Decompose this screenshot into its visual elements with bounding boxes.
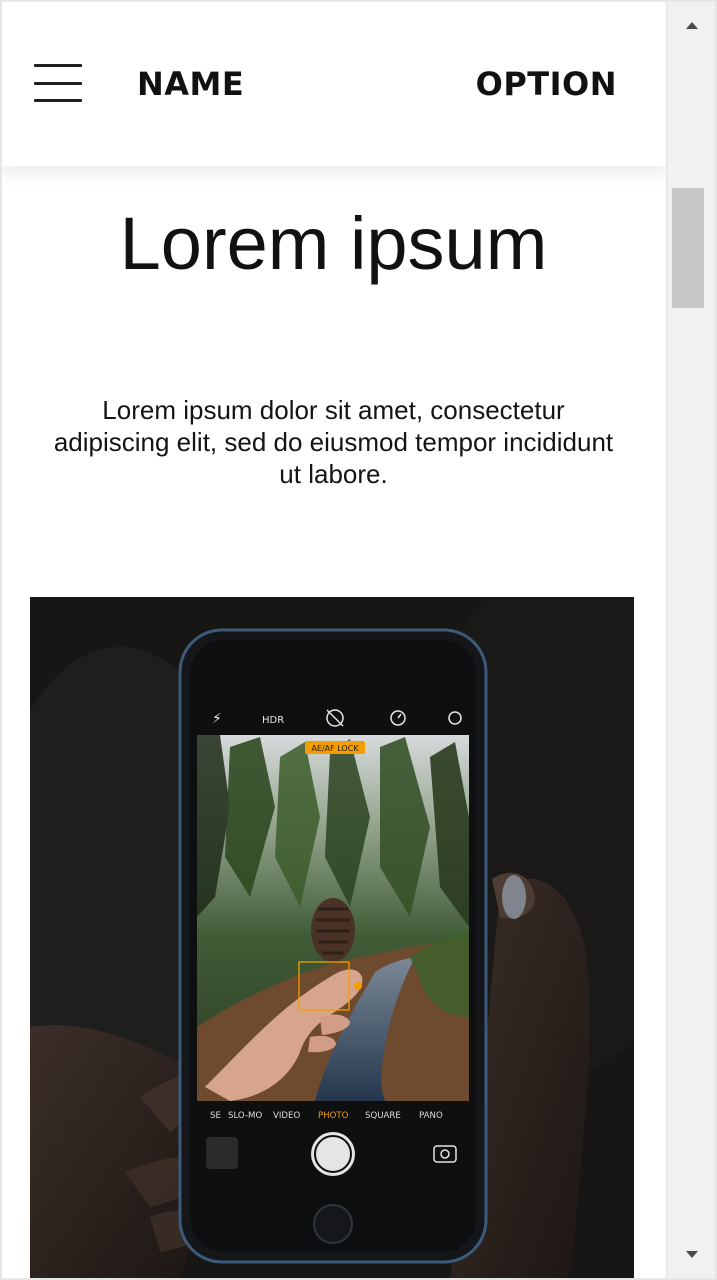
mode-se: SE bbox=[210, 1111, 221, 1121]
scroll-up-button[interactable] bbox=[667, 6, 717, 46]
option-link[interactable]: OPTION bbox=[476, 64, 617, 104]
vertical-scrollbar[interactable] bbox=[666, 0, 717, 1280]
mode-photo: PHOTO bbox=[318, 1111, 349, 1121]
menu-line-bottom bbox=[34, 99, 82, 102]
svg-text:⚡: ⚡ bbox=[212, 711, 222, 727]
scroll-down-icon bbox=[686, 1251, 698, 1258]
focus-badge: AE/AF LOCK bbox=[311, 744, 359, 753]
hdr-label: HDR bbox=[262, 715, 284, 726]
hero-text: Lorem ipsum dolor sit amet, consectetur … bbox=[53, 395, 614, 489]
scroll-up-icon bbox=[686, 22, 698, 29]
menu-line-top bbox=[34, 64, 82, 67]
mode-square: SQUARE bbox=[365, 1111, 401, 1121]
app: NAME OPTION Lorem ipsum Lorem ipsum dolo… bbox=[0, 0, 717, 1280]
phone-photo-illustration: ⚡ HDR AE/AF LOCK SE SLO-MO VIDEO PHOTO S… bbox=[30, 597, 634, 1280]
hero-photo: ⚡ HDR AE/AF LOCK SE SLO-MO VIDEO PHOTO S… bbox=[30, 597, 634, 1280]
mode-video: VIDEO bbox=[273, 1111, 300, 1121]
menu-icon[interactable] bbox=[34, 64, 82, 104]
mode-pano: PANO bbox=[419, 1111, 443, 1121]
menu-line-middle bbox=[34, 82, 82, 85]
scrollbar-thumb[interactable] bbox=[672, 188, 704, 308]
brand-name[interactable]: NAME bbox=[137, 64, 244, 104]
hero-title: Lorem ipsum bbox=[119, 202, 548, 285]
main-content: Lorem ipsum Lorem ipsum dolor sit amet, … bbox=[0, 166, 667, 1280]
scroll-down-button[interactable] bbox=[667, 1234, 717, 1274]
mode-slo-mo: SLO-MO bbox=[228, 1111, 262, 1121]
top-navigation: NAME OPTION bbox=[0, 0, 667, 166]
